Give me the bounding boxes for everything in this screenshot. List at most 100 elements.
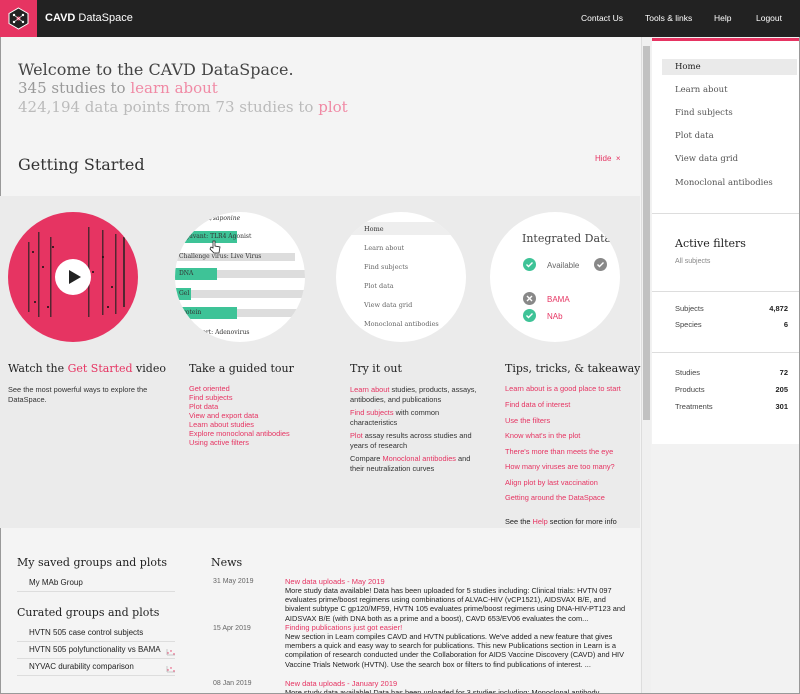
tips-preview[interactable]: Integrated Data Available BAMA NAb bbox=[490, 212, 620, 342]
nav-tools-links[interactable]: Tools & links bbox=[645, 13, 692, 23]
tour-row-label: Insert: Adenovirus bbox=[193, 329, 250, 336]
try-item: Compare Monoclonal antibodies and their … bbox=[350, 454, 471, 473]
try-preview-highlight bbox=[336, 222, 466, 235]
divider bbox=[652, 291, 799, 292]
plot-icon bbox=[166, 649, 175, 656]
sidebar-item-find-subjects[interactable]: Find subjects bbox=[675, 108, 733, 118]
curated-group-item[interactable]: HVTN 505 polyfunctionality vs BAMA bbox=[17, 643, 175, 659]
tip-link[interactable]: There's more than meets the eye bbox=[505, 447, 613, 457]
getting-started-title: Getting Started bbox=[18, 155, 145, 174]
try-preview-item: Monoclonal antibodies bbox=[364, 320, 439, 328]
try-preview-item: Find subjects bbox=[364, 263, 409, 271]
try-item: Learn about studies, products, assays, a… bbox=[350, 385, 477, 404]
news-headline[interactable]: New data uploads - January 2019 bbox=[285, 679, 397, 688]
tour-link-active-filters[interactable]: Using active filters bbox=[189, 438, 249, 448]
play-icon bbox=[69, 270, 81, 284]
learn-about-link[interactable]: learn about bbox=[130, 79, 217, 97]
news-body: More study data available! Data has been… bbox=[285, 586, 626, 623]
close-icon: × bbox=[615, 154, 621, 163]
try-preview[interactable]: Home Learn about Find subjects Plot data… bbox=[336, 212, 466, 342]
saved-groups-title: My saved groups and plots bbox=[17, 556, 168, 569]
tip-link[interactable]: Learn about is a good place to start bbox=[505, 384, 621, 394]
tip-link[interactable]: Find data of interest bbox=[505, 400, 570, 410]
nav-logout[interactable]: Logout bbox=[756, 13, 782, 23]
news-date: 15 Apr 2019 bbox=[213, 625, 251, 632]
curated-group-item[interactable]: NYVAC durability comparison bbox=[17, 660, 175, 676]
cursor-hand-icon bbox=[209, 240, 221, 254]
tour-row-label: Challenge virus: Live Virus bbox=[179, 253, 262, 260]
plot-link[interactable]: plot bbox=[318, 98, 347, 116]
check-icon bbox=[523, 258, 536, 271]
sidebar-item-monoclonal-antibodies[interactable]: Monoclonal antibodies bbox=[675, 178, 773, 188]
news-date: 08 Jan 2019 bbox=[213, 680, 252, 687]
tour-row-label: Gel bbox=[179, 290, 190, 297]
try-item: Plot assay results across studies and ye… bbox=[350, 431, 472, 450]
stat-label-products[interactable]: Products bbox=[675, 385, 705, 394]
check-icon bbox=[523, 309, 536, 322]
tour-preview-top: Alum/saponine bbox=[195, 215, 241, 222]
stat-label-studies[interactable]: Studies bbox=[675, 368, 700, 377]
try-monoclonal-link[interactable]: Monoclonal antibodies bbox=[382, 454, 456, 463]
tour-row-label: DNA bbox=[179, 270, 194, 277]
tip-link[interactable]: How many viruses are too many? bbox=[505, 462, 615, 472]
try-preview-item: Plot data bbox=[364, 282, 394, 290]
stat-value-products: 205 bbox=[775, 385, 788, 394]
stat-value-species: 6 bbox=[783, 320, 788, 329]
try-find-subjects-link[interactable]: Find subjects bbox=[350, 408, 394, 417]
news-date: 31 May 2019 bbox=[213, 578, 254, 585]
tips-preview-item: BAMA bbox=[547, 295, 570, 304]
tour-preview[interactable]: Alum/saponine Adjuvant: TLR4 Agonist Cha… bbox=[175, 212, 305, 342]
news-headline[interactable]: Finding publications just got easier! bbox=[285, 623, 402, 632]
tip-link[interactable]: Align plot by last vaccination bbox=[505, 478, 598, 488]
tips-preview-item: NAb bbox=[547, 312, 563, 321]
sidebar-item-home[interactable]: Home bbox=[675, 62, 701, 72]
get-started-link[interactable]: Get Started bbox=[68, 362, 133, 375]
tip-link[interactable]: Know what's in the plot bbox=[505, 431, 580, 441]
help-link[interactable]: Help bbox=[533, 517, 548, 526]
nav-help[interactable]: Help bbox=[714, 13, 731, 23]
play-button[interactable] bbox=[55, 259, 91, 295]
tips-preview-title: Integrated Data bbox=[522, 232, 612, 245]
stat-label-species[interactable]: Species bbox=[675, 320, 702, 329]
welcome-heading: Welcome to the CAVD DataSpace. bbox=[18, 60, 294, 79]
tip-link[interactable]: Use the filters bbox=[505, 416, 550, 426]
video-thumbnail[interactable] bbox=[8, 212, 138, 342]
hide-button[interactable]: Hide × bbox=[595, 154, 621, 163]
stat-label-treatments[interactable]: Treatments bbox=[675, 402, 713, 411]
tips-preview-available: Available bbox=[547, 261, 580, 270]
tips-help-note: See the Help section for more info bbox=[505, 517, 617, 526]
try-preview-item: Learn about bbox=[364, 244, 405, 252]
news-body: New section in Learn compiles CAVD and H… bbox=[285, 632, 625, 669]
welcome-datapoints: 424,194 data points from 73 studies to p… bbox=[18, 98, 348, 116]
tour-bar-bg bbox=[191, 290, 305, 298]
stat-value-subjects: 4,872 bbox=[769, 304, 788, 313]
try-item: Find subjects with common characteristic… bbox=[350, 408, 440, 427]
tour-card-title: Take a guided tour bbox=[189, 362, 294, 375]
try-learn-about-link[interactable]: Learn about bbox=[350, 385, 389, 394]
stat-label-subjects[interactable]: Subjects bbox=[675, 304, 704, 313]
dataspace-logo[interactable] bbox=[0, 0, 37, 37]
curated-group-item[interactable]: HVTN 505 case control subjects bbox=[17, 626, 175, 642]
stat-value-studies: 72 bbox=[779, 368, 788, 377]
tour-row-label: Adjuvant: TLR4 Agonist bbox=[179, 233, 252, 240]
saved-group-item[interactable]: My MAb Group bbox=[17, 576, 175, 592]
nav-contact-us[interactable]: Contact Us bbox=[581, 13, 623, 23]
tour-bar-bg bbox=[217, 270, 305, 278]
tip-link[interactable]: Getting around the DataSpace bbox=[505, 493, 605, 503]
top-bar: CAVD DataSpace Contact Us Tools & links … bbox=[0, 0, 800, 37]
active-filters-title: Active filters bbox=[675, 237, 746, 250]
sidebar-item-learn-about[interactable]: Learn about bbox=[675, 85, 728, 95]
plot-icon bbox=[166, 666, 175, 673]
welcome-studies: 345 studies to learn about bbox=[18, 79, 218, 97]
tour-row-label: Protein bbox=[179, 309, 202, 316]
news-headline[interactable]: New data uploads - May 2019 bbox=[285, 577, 385, 586]
news-body: More study data available! Data has been… bbox=[285, 688, 600, 693]
try-plot-link[interactable]: Plot bbox=[350, 431, 363, 440]
scrollbar-thumb[interactable] bbox=[643, 46, 650, 420]
tips-card-title: Tips, tricks, & takeaways bbox=[505, 362, 647, 375]
video-card-title: Watch the Get Started video bbox=[8, 362, 166, 375]
sidebar-item-plot-data[interactable]: Plot data bbox=[675, 131, 714, 141]
sidebar-item-view-data-grid[interactable]: View data grid bbox=[675, 154, 738, 164]
active-filters-subtitle: All subjects bbox=[675, 258, 711, 265]
try-preview-item: View data grid bbox=[364, 301, 413, 309]
